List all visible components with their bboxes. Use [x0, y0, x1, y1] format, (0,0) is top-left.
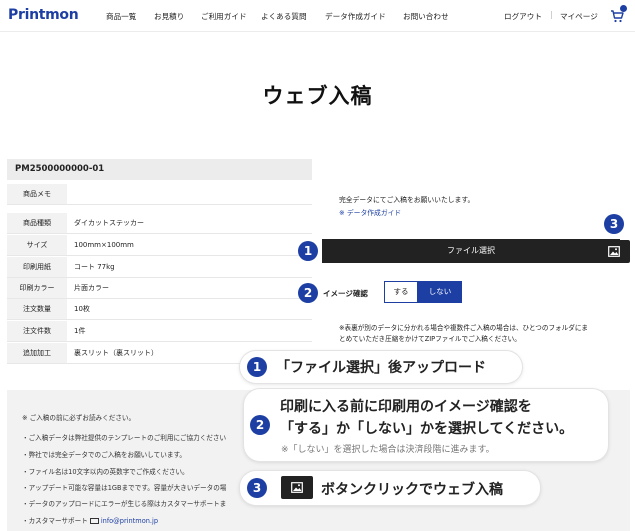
- callout-bubble-1-number: 1: [247, 357, 267, 377]
- info-label: 追加加工: [7, 343, 67, 363]
- notes-item: ・データのアップロードにエラーが生じる際はカスタマーサポートま: [22, 500, 227, 508]
- callout-step1-text: 「ファイル選択」後アップロード: [276, 360, 486, 376]
- info-value: ダイカットステッカー: [74, 219, 144, 227]
- nav-products[interactable]: 商品一覧: [106, 11, 136, 22]
- info-label: 印刷用紙: [7, 257, 67, 277]
- image-confirm-yes[interactable]: する: [384, 281, 418, 303]
- info-label: サイズ: [7, 235, 67, 255]
- info-row: 商品種類 ダイカットステッカー: [7, 213, 312, 234]
- nav-contact[interactable]: お問い合わせ: [403, 11, 449, 22]
- support-label: ・カスタマーサポート: [22, 517, 88, 525]
- nav-faq[interactable]: よくある質問: [261, 11, 307, 22]
- info-value: 裏スリット（裏スリット）: [74, 349, 158, 357]
- support-line: ・カスタマーサポート info@printmon.jp: [22, 515, 158, 525]
- image-confirm-no[interactable]: しない: [418, 281, 462, 303]
- info-label: 印刷カラー: [7, 278, 67, 298]
- info-row: 注文件数 1件: [7, 321, 312, 342]
- header-separator: |: [550, 10, 553, 19]
- info-value: コート 77kg: [74, 263, 115, 271]
- info-value: 10枚: [74, 305, 90, 313]
- order-id: PM2500000000-01: [7, 159, 312, 180]
- mypage-link[interactable]: マイページ: [560, 11, 598, 22]
- notes-item: ・弊社では完全データでのご入稿をお願いしています。: [22, 451, 186, 459]
- data-guide-link[interactable]: ※ データ作成ガイド: [339, 207, 401, 217]
- image-confirm-label: イメージ確認: [323, 289, 368, 298]
- callout-marker-2: 2: [298, 283, 318, 303]
- image-icon: [608, 246, 620, 257]
- cart-badge: [620, 5, 627, 12]
- info-label: 注文数量: [7, 299, 67, 319]
- zip-note-line: とめていただき圧縮をかけてZIPファイルでご入稿ください。: [339, 335, 521, 343]
- support-email-link[interactable]: info@printmon.jp: [101, 517, 158, 525]
- callout-marker-3: 3: [604, 214, 624, 234]
- mail-icon: [89, 518, 99, 524]
- nav-guide[interactable]: ご利用ガイド: [201, 11, 247, 22]
- nav-estimate[interactable]: お見積り: [154, 11, 184, 22]
- zip-note-line: ※表裏が別のデータに分かれる場合や複数件ご入稿の場合は、ひとつのフォルダにま: [339, 324, 589, 332]
- file-select-button[interactable]: ファイル選択: [322, 239, 620, 263]
- upload-intro: 完全データにてご入稿をお願いいたします。: [339, 196, 475, 204]
- info-row: 商品メモ: [7, 184, 312, 205]
- notes-heading: ※ ご入稿の前に必ずお読みください。: [22, 414, 136, 422]
- logout-link[interactable]: ログアウト: [504, 11, 542, 22]
- callout-step2-line2: 「する」か「しない」かを選択してください。: [280, 421, 574, 437]
- page-title: ウェブ入稿: [262, 84, 373, 108]
- info-label: 商品種類: [7, 213, 67, 233]
- callout-image-button: [281, 476, 313, 499]
- info-value: 片面カラー: [74, 284, 109, 292]
- callout-marker-1: 1: [298, 241, 318, 261]
- info-value: 1件: [74, 327, 86, 335]
- callout-step3-text: ボタンクリックでウェブ入稿: [321, 482, 503, 498]
- web-submit-button[interactable]: [598, 240, 630, 263]
- info-row: 印刷カラー 片面カラー: [7, 278, 312, 299]
- info-label: 商品メモ: [7, 184, 67, 204]
- notes-item: ・アップデート可能な容量は1GBまでです。容量が大きいデータの場: [22, 484, 227, 492]
- callout-bubble-3-number: 3: [247, 478, 267, 498]
- site-header: Printmon 商品一覧 お見積り ご利用ガイド よくある質問 データ作成ガイ…: [0, 0, 635, 32]
- nav-data-guide[interactable]: データ作成ガイド: [325, 11, 386, 22]
- callout-step2-line1: 印刷に入る前に印刷用のイメージ確認を: [280, 399, 532, 415]
- callout-bubble-2-number: 2: [250, 415, 270, 435]
- image-icon: [291, 482, 303, 493]
- callout-step2-sub: ※「しない」を選択した場合は決済段階に進みます。: [281, 445, 495, 455]
- zip-note: ※表裏が別のデータに分かれる場合や複数件ご入稿の場合は、ひとつのフォルダにま と…: [339, 323, 624, 345]
- info-value: 100mm×100mm: [74, 241, 134, 249]
- info-row: 印刷用紙 コート 77kg: [7, 257, 312, 278]
- info-label: 注文件数: [7, 321, 67, 341]
- notes-item: ・ファイル名は10文字以内の英数字でご作成ください。: [22, 468, 189, 476]
- info-row: 注文数量 10枚: [7, 299, 312, 320]
- info-row: サイズ 100mm×100mm: [7, 235, 312, 256]
- notes-item: ・ご入稿データは弊社提供のテンプレートのご利用にご協力ください: [22, 434, 227, 442]
- logo[interactable]: Printmon: [8, 7, 79, 23]
